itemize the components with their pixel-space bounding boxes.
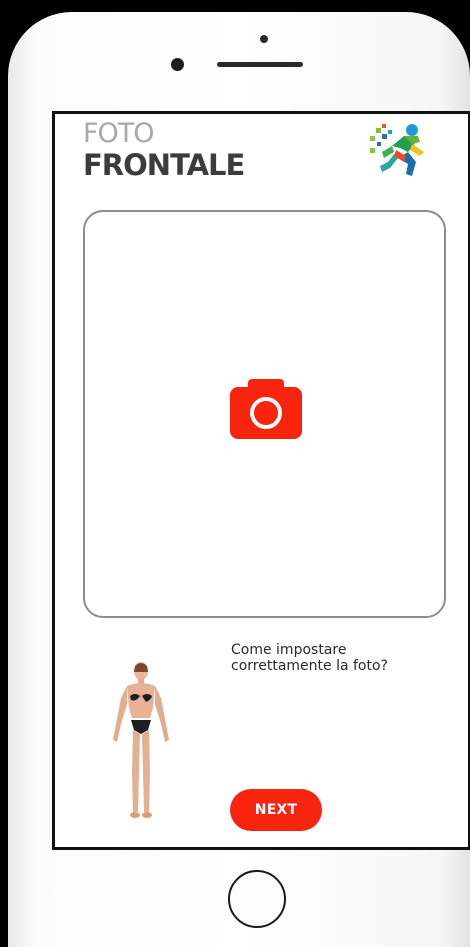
proximity-sensor	[260, 35, 268, 43]
title-foto: FOTO	[83, 118, 155, 149]
home-button[interactable]	[228, 870, 286, 928]
earpiece-speaker	[217, 62, 303, 67]
help-line-1: Come impostare	[231, 642, 347, 658]
body-pose-figure	[113, 662, 169, 818]
next-button[interactable]: NEXT	[230, 789, 322, 831]
front-camera	[171, 58, 184, 71]
app-screen: FOTO FRONTALE Come impostare correttamen…	[52, 111, 470, 850]
title-frontale: FRONTALE	[83, 148, 245, 182]
photo-capture-area[interactable]	[83, 210, 446, 618]
phone-frame: FOTO FRONTALE Come impostare correttamen…	[8, 12, 470, 947]
camera-icon[interactable]	[226, 377, 306, 443]
runner-logo-icon	[370, 124, 424, 176]
help-line-2: correttamente la foto?	[231, 658, 388, 674]
setup-help-text: Come impostare correttamente la foto?	[231, 642, 441, 674]
